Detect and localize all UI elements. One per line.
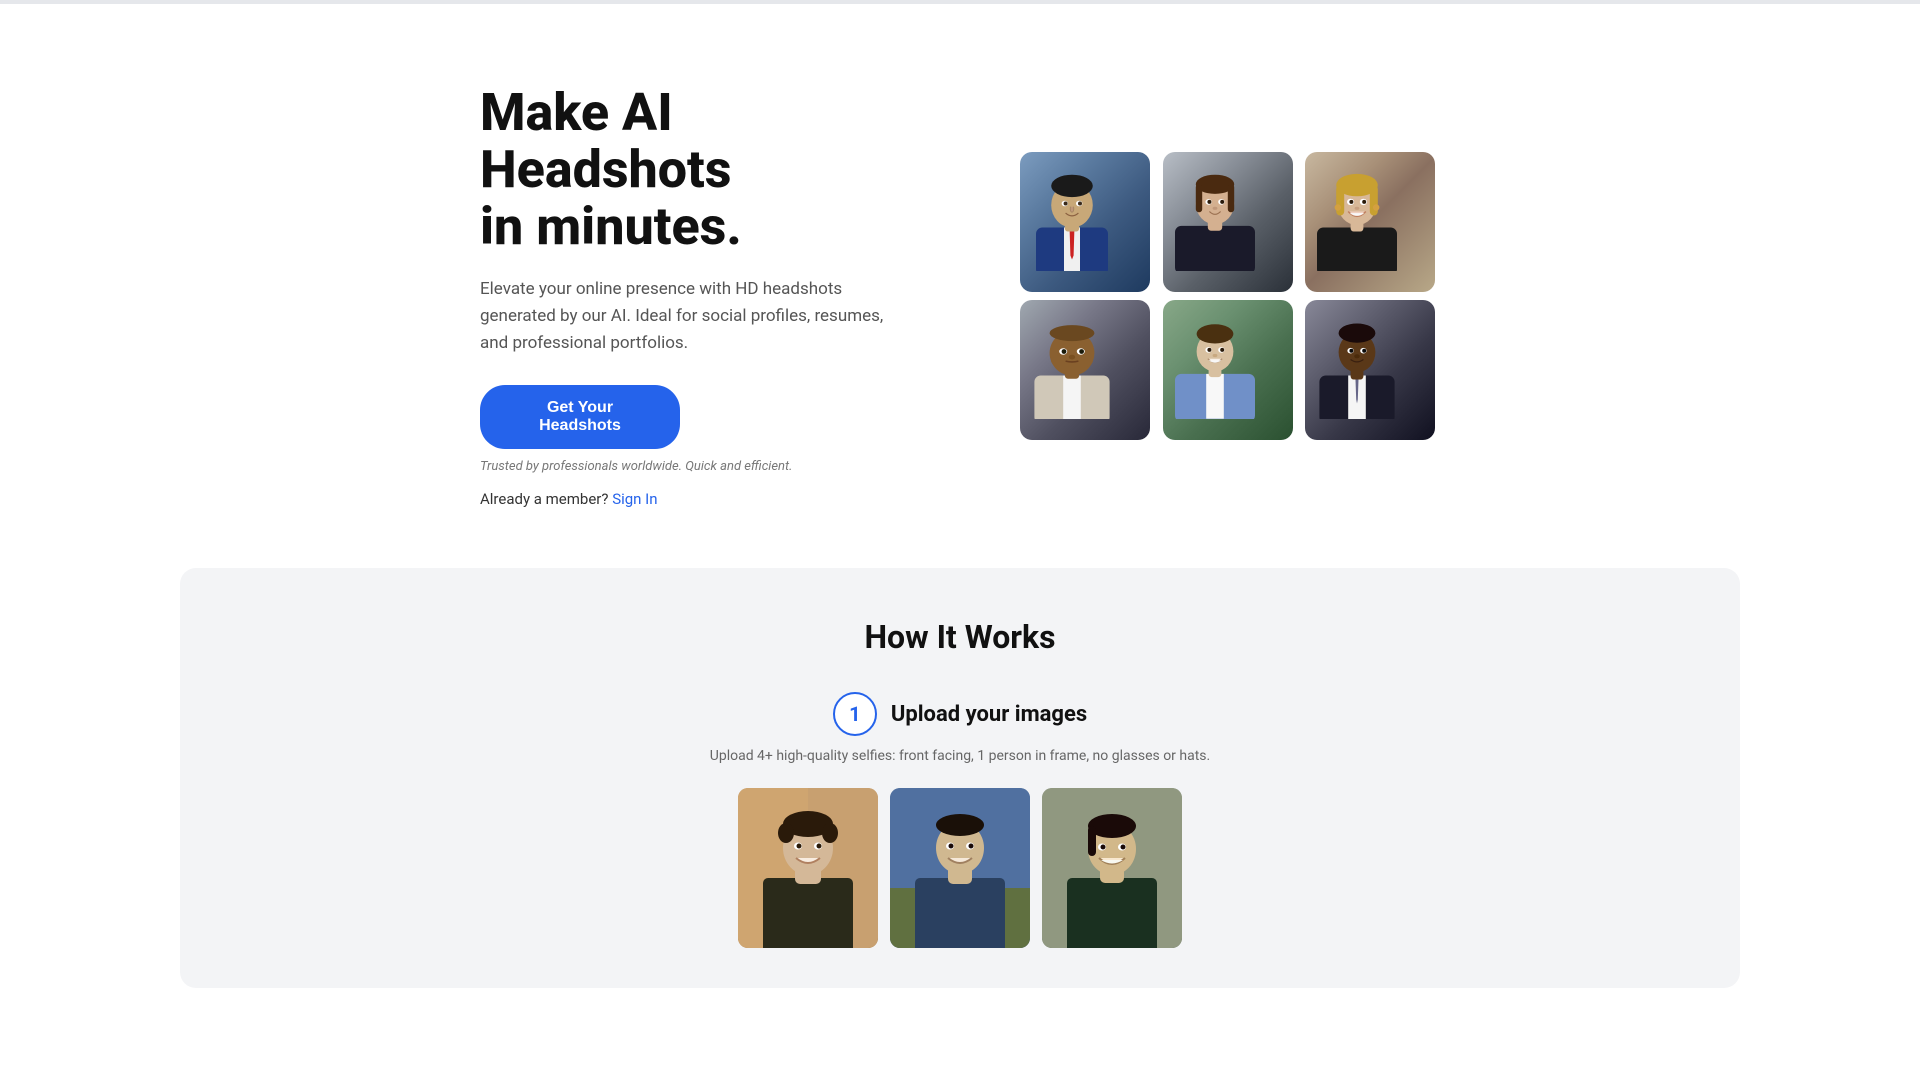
sign-in-link[interactable]: Sign In [612,490,657,508]
section-title: How It Works [260,618,1660,656]
headshot-image-1 [1020,152,1150,292]
headshot-image-2 [1163,152,1293,292]
how-it-works-section: How It Works 1 Upload your images Upload… [180,568,1740,988]
hero-subtitle: Elevate your online presence with HD hea… [480,276,900,358]
sample-upload-image-1 [738,788,878,948]
trusted-text: Trusted by professionals worldwide. Quic… [480,459,900,474]
step-1-container: 1 Upload your images Upload 4+ high-qual… [260,692,1660,948]
sample-upload-image-3 [1042,788,1182,948]
hero-section: Make AI Headshots in minutes. Elevate yo… [0,4,1920,568]
hero-title: Make AI Headshots in minutes. [480,84,900,256]
headshot-image-4 [1020,300,1150,440]
headshot-image-6 [1305,300,1435,440]
headshot-image-5 [1163,300,1293,440]
headshot-image-3 [1305,152,1435,292]
headshot-grid [1020,152,1440,440]
sample-images-row [738,788,1182,948]
member-signin-text: Already a member? Sign In [480,490,900,508]
step-1-header: 1 Upload your images [833,692,1087,736]
step-1-description: Upload 4+ high-quality selfies: front fa… [710,748,1210,764]
step-1-number: 1 [833,692,877,736]
sample-upload-image-2 [890,788,1030,948]
hero-content: Make AI Headshots in minutes. Elevate yo… [480,84,900,508]
get-headshots-button[interactable]: Get Your Headshots [480,385,680,449]
step-1-title: Upload your images [891,702,1087,727]
